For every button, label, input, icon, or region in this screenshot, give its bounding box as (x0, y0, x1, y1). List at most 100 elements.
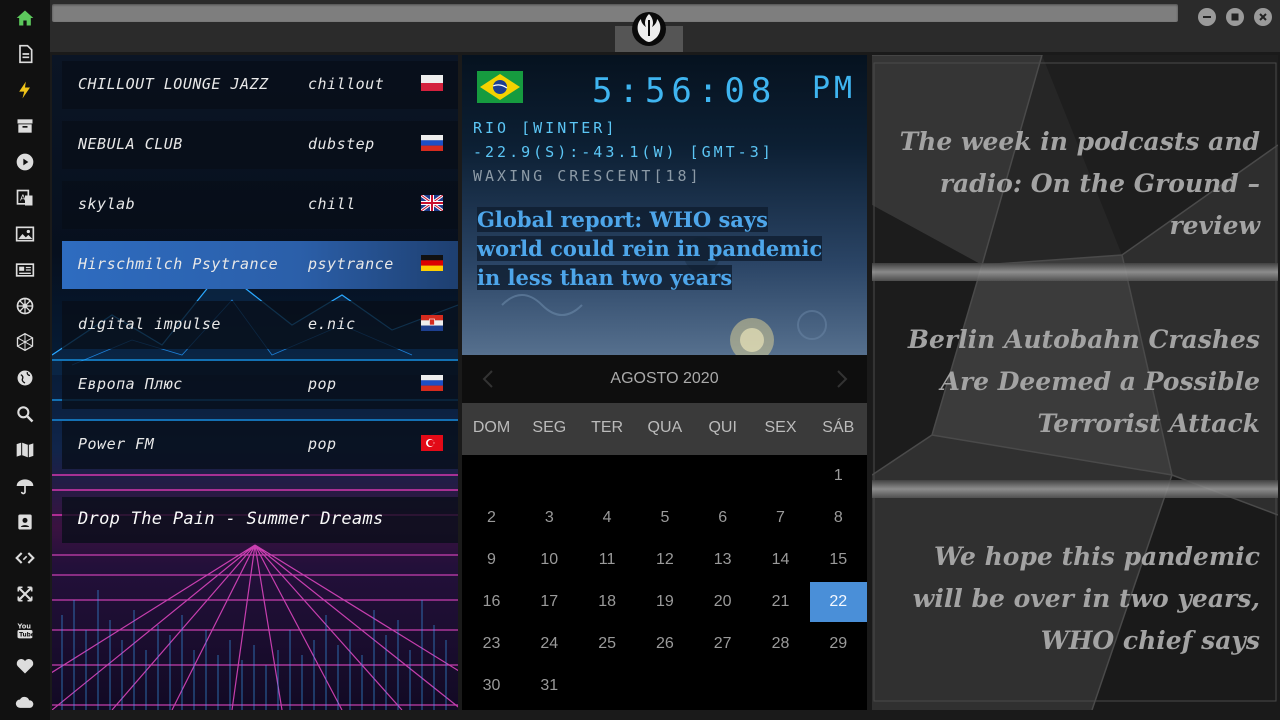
station-name: skylab (78, 195, 136, 213)
next-month-icon[interactable] (830, 367, 854, 391)
crosshair-icon[interactable] (13, 582, 37, 606)
station-row[interactable]: Европа Плюс pop (62, 361, 458, 409)
uk-flag-icon (421, 195, 443, 211)
station-genre: psytrance (308, 255, 394, 273)
image-icon[interactable] (13, 222, 37, 246)
station-row[interactable]: digital impulse e.nic (62, 301, 458, 349)
station-row[interactable]: CHILLOUT LOUNGE JAZZ chillout (62, 61, 458, 109)
calendar-day[interactable]: 20 (694, 582, 751, 622)
news-divider (872, 480, 1278, 498)
calendar-day[interactable]: 19 (636, 582, 693, 622)
news-panel: The week in podcasts and radio: On the G… (872, 55, 1278, 710)
station-genre: chill (308, 195, 356, 213)
home-icon[interactable] (13, 6, 37, 30)
calendar-day[interactable]: 21 (752, 582, 809, 622)
calendar-day[interactable]: 31 (521, 666, 578, 706)
minimize-button[interactable] (1198, 8, 1216, 26)
turkey-flag-icon (421, 435, 443, 451)
clock-time: 5:56:08 (592, 71, 778, 111)
cloud-icon[interactable] (13, 690, 37, 714)
clock-location: RIO [WINTER] (473, 119, 618, 137)
station-genre: pop (308, 435, 337, 453)
clock-panel: 5:56:08 PM RIO [WINTER] -22.9(S):-43.1(W… (462, 55, 867, 355)
news-headline[interactable]: The week in podcasts and radio: On the G… (892, 121, 1260, 247)
calendar-day[interactable]: 15 (810, 540, 867, 580)
calendar-day[interactable]: 2 (463, 498, 520, 538)
empire-icon[interactable] (13, 294, 37, 318)
umbrella-icon[interactable] (13, 474, 37, 498)
weekday-label: DOM (472, 419, 511, 436)
station-name: CHILLOUT LOUNGE JAZZ (78, 75, 269, 93)
sidebar: A You Tube (0, 0, 50, 720)
now-playing-title: Drop The Pain - Summer Dreams (78, 509, 384, 529)
moon-phase: WAXING CRESCENT[18] (473, 167, 702, 185)
maximize-button[interactable] (1226, 8, 1244, 26)
now-playing: Drop The Pain - Summer Dreams (62, 497, 458, 543)
close-button[interactable] (1254, 8, 1272, 26)
calendar-day[interactable]: 25 (579, 624, 636, 664)
station-name: Европа Плюс (78, 375, 183, 393)
station-row[interactable]: Hirschmilch Psytrance psytrance (62, 241, 458, 289)
globe-icon[interactable] (13, 366, 37, 390)
calendar-day[interactable]: 24 (521, 624, 578, 664)
youtube-icon[interactable]: You Tube (13, 618, 37, 642)
archive-icon[interactable] (13, 114, 37, 138)
calendar-day[interactable]: 4 (579, 498, 636, 538)
calendar-day[interactable]: 29 (810, 624, 867, 664)
address-bar[interactable] (52, 4, 1178, 22)
calendar-day[interactable]: 18 (579, 582, 636, 622)
station-name: Hirschmilch Psytrance (78, 255, 279, 273)
map-icon[interactable] (13, 438, 37, 462)
calendar-weekdays: DOM SEG TER QUA QUI SEX SÁB (462, 403, 867, 455)
poland-flag-icon (421, 75, 443, 91)
croatia-flag-icon (421, 315, 443, 331)
calendar-day[interactable]: 12 (636, 540, 693, 580)
newspaper-icon[interactable] (13, 258, 37, 282)
station-row[interactable]: Power FM pop (62, 421, 458, 469)
germany-flag-icon (421, 255, 443, 271)
translate-icon[interactable]: A (13, 186, 37, 210)
calendar-day[interactable]: 16 (463, 582, 520, 622)
document-icon[interactable] (13, 42, 37, 66)
news-headline[interactable]: Berlin Autobahn Crashes Are Deemed a Pos… (892, 319, 1260, 445)
contacts-icon[interactable] (13, 510, 37, 534)
weekday-label: QUI (708, 419, 737, 436)
news-headline[interactable]: We hope this pandemic will be over in tw… (892, 536, 1260, 662)
hexagon-icon[interactable] (13, 330, 37, 354)
code-icon[interactable] (13, 546, 37, 570)
station-row[interactable]: skylab chill (62, 181, 458, 229)
calendar-day[interactable]: 1 (810, 456, 867, 496)
calendar-day[interactable]: 17 (521, 582, 578, 622)
calendar-day[interactable]: 7 (752, 498, 809, 538)
calendar-day[interactable]: 27 (694, 624, 751, 664)
calendar-day[interactable]: 5 (636, 498, 693, 538)
calendar-day[interactable]: 13 (694, 540, 751, 580)
lightning-icon[interactable] (13, 78, 37, 102)
weekday-label: SEX (764, 419, 797, 436)
clock-ampm: PM (812, 71, 857, 106)
calendar-day[interactable]: 9 (463, 540, 520, 580)
calendar-day[interactable]: 28 (752, 624, 809, 664)
russia-flag-icon (421, 375, 443, 391)
calendar-day[interactable]: 8 (810, 498, 867, 538)
calendar-day[interactable]: 11 (579, 540, 636, 580)
search-icon[interactable] (13, 402, 37, 426)
radio-panel: CHILLOUT LOUNGE JAZZ chillout NEBULA CLU… (52, 55, 458, 710)
heart-icon[interactable] (13, 654, 37, 678)
station-genre: e.nic (308, 315, 356, 333)
calendar-day[interactable]: 10 (521, 540, 578, 580)
calendar-day[interactable]: 14 (752, 540, 809, 580)
calendar-day-today[interactable]: 22 (809, 582, 867, 622)
play-icon[interactable] (13, 150, 37, 174)
calendar-day[interactable]: 3 (521, 498, 578, 538)
calendar-day[interactable]: 26 (636, 624, 693, 664)
clock-coordinates: -22.9(S):-43.1(W) [GMT-3] (473, 143, 774, 161)
calendar-header: AGOSTO 2020 (462, 355, 867, 403)
station-row[interactable]: NEBULA CLUB dubstep (62, 121, 458, 169)
calendar-day[interactable]: 30 (463, 666, 520, 706)
calendar-day[interactable]: 23 (463, 624, 520, 664)
clock-headline[interactable]: Global report: WHO says world could rein… (477, 205, 837, 292)
news-divider (872, 263, 1278, 281)
calendar-day[interactable]: 6 (694, 498, 751, 538)
rebel-alliance-logo-icon (632, 12, 666, 46)
